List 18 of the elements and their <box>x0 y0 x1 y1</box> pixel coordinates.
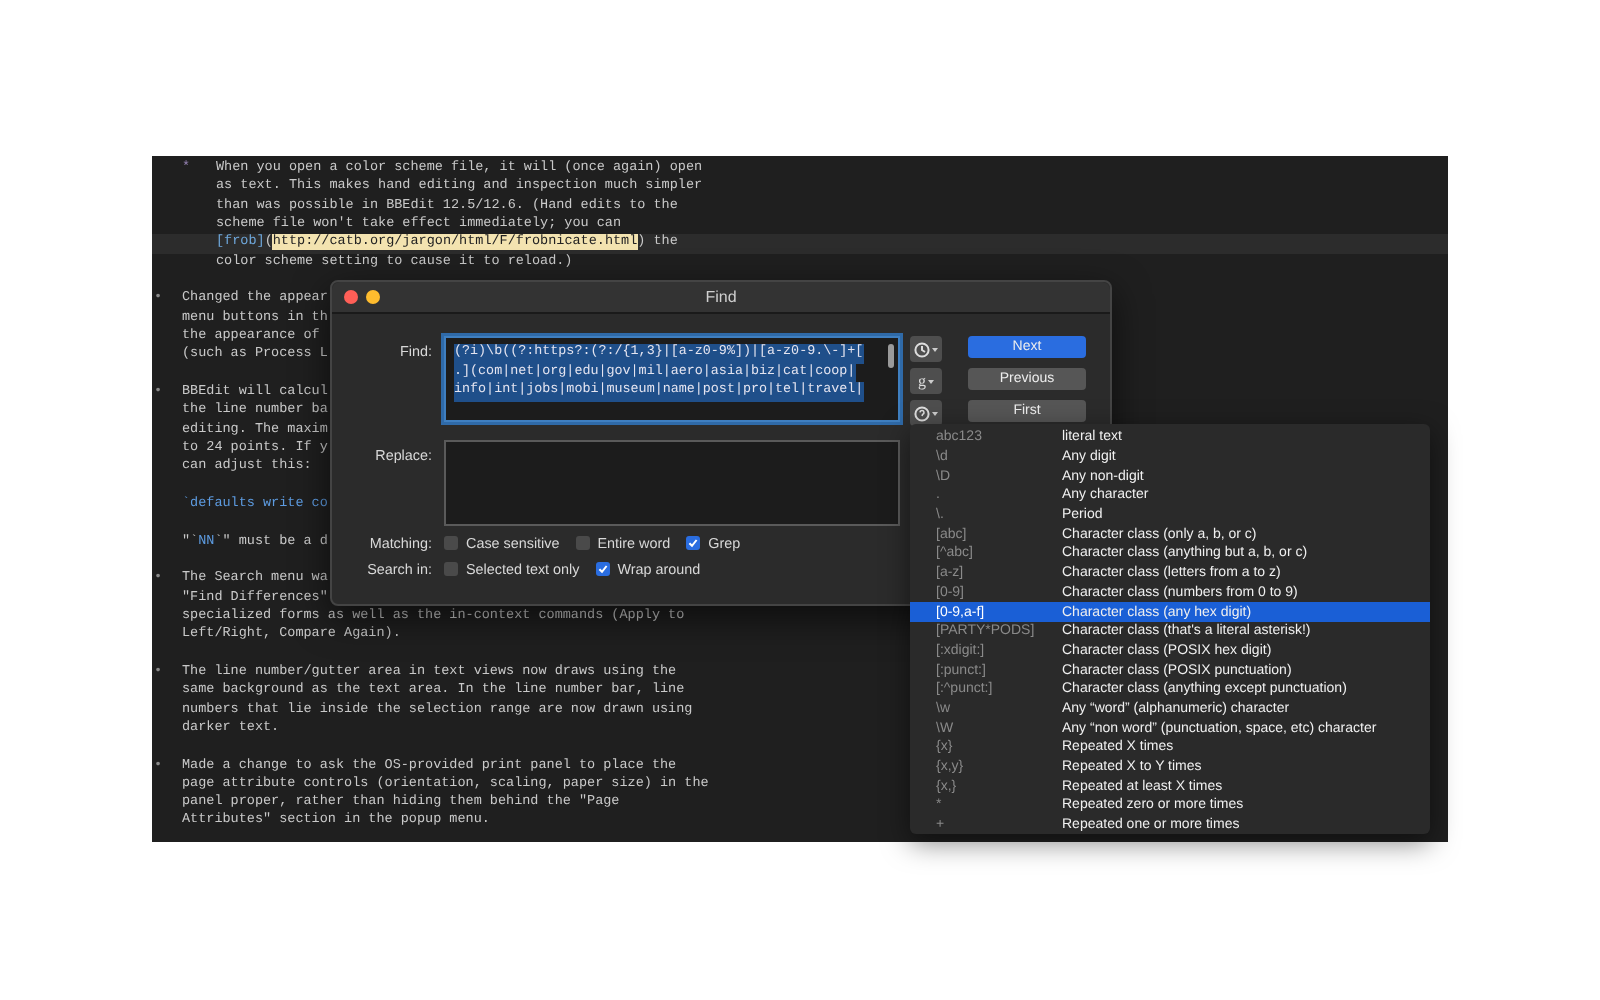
close-icon[interactable] <box>344 290 358 304</box>
clock-icon <box>914 341 930 357</box>
minimize-icon[interactable] <box>366 290 380 304</box>
checkbox[interactable] <box>444 562 458 576</box>
pattern-menu-button[interactable]: g <box>910 368 942 394</box>
pattern-menu-button[interactable] <box>910 400 942 426</box>
grep-pattern-label: g <box>918 372 926 390</box>
pattern-menu-button[interactable] <box>910 336 942 362</box>
checkbox[interactable] <box>575 536 590 550</box>
dialog-title: Find <box>703 288 739 306</box>
checkbox[interactable] <box>686 536 701 550</box>
help-icon <box>914 405 930 421</box>
checkbox[interactable] <box>444 536 458 550</box>
replace-field[interactable] <box>444 440 900 526</box>
caret-icon <box>932 347 938 351</box>
caret-icon <box>932 411 938 415</box>
checkbox[interactable] <box>595 562 610 576</box>
caret-icon <box>928 379 934 383</box>
